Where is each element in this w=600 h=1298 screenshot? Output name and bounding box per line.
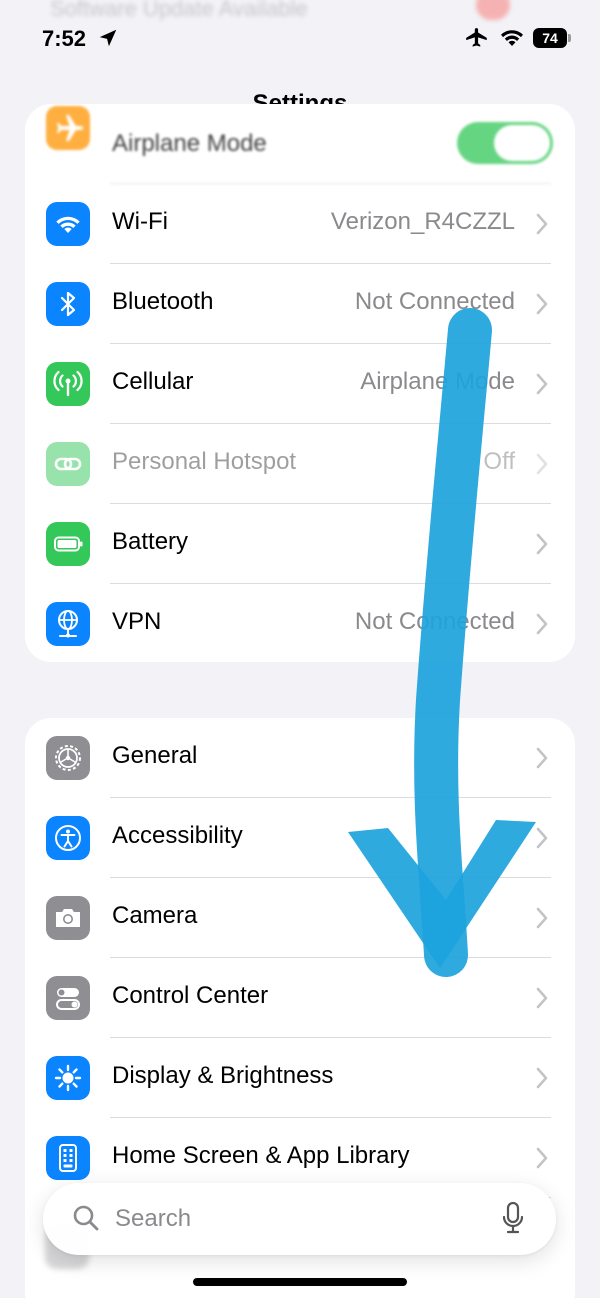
accessibility-person-icon	[46, 816, 90, 860]
update-banner-text: Software Update Available	[50, 0, 308, 21]
row-label: Accessibility	[112, 822, 243, 849]
row-airplane-mode[interactable]: Airplane Mode	[25, 104, 575, 184]
row-label: Bluetooth	[112, 288, 214, 315]
toggles-icon	[46, 976, 90, 1020]
airplane-mode-toggle[interactable]	[457, 122, 553, 164]
phone-grid-icon	[46, 1136, 90, 1180]
wifi-icon	[46, 202, 90, 246]
battery-icon: 74	[533, 28, 571, 48]
row-label: General	[112, 742, 198, 769]
bluetooth-icon	[46, 282, 90, 326]
home-indicator[interactable]	[193, 1278, 407, 1286]
row-wifi[interactable]: Wi-Fi Verizon_R4CZZL	[25, 184, 575, 264]
chevron-right-icon	[536, 987, 548, 1009]
sun-icon	[46, 1056, 90, 1100]
row-general[interactable]: General	[25, 718, 575, 798]
airplane-icon	[466, 28, 487, 47]
row-label: Wi-Fi	[112, 208, 168, 235]
wifi-icon	[501, 30, 523, 46]
row-control-center[interactable]: Control Center	[25, 958, 575, 1038]
gear-icon	[46, 736, 90, 780]
row-accessibility[interactable]: Accessibility	[25, 798, 575, 878]
update-banner-ghost: Software Update Available	[50, 0, 550, 22]
search-placeholder[interactable]: Search	[115, 1205, 191, 1233]
row-cellular[interactable]: Cellular Airplane Mode	[25, 344, 575, 424]
chevron-right-icon	[536, 747, 548, 769]
chevron-right-icon	[536, 1147, 548, 1169]
chevron-right-icon	[536, 1067, 548, 1089]
row-value: Not Connected	[354, 608, 515, 635]
row-label: Personal Hotspot	[112, 448, 297, 475]
chevron-right-icon	[536, 453, 548, 475]
row-value: Airplane Mode	[360, 368, 515, 395]
globe-network-icon	[46, 602, 90, 646]
row-label: Control Center	[112, 982, 269, 1009]
chevron-right-icon	[536, 533, 548, 555]
row-label: Cellular	[112, 368, 194, 395]
connectivity-group: Airplane Mode Wi-Fi Verizon_R4CZZL Bluet…	[25, 104, 575, 662]
row-value: Not Connected	[354, 288, 515, 315]
toggle-knob	[494, 125, 550, 161]
battery-level: 74	[533, 28, 567, 48]
link-chain-icon	[46, 442, 90, 486]
row-battery[interactable]: Battery	[25, 504, 575, 584]
status-time: 7:52	[42, 26, 87, 51]
search-bar[interactable]: Search	[43, 1183, 556, 1255]
row-personal-hotspot[interactable]: Personal Hotspot Off	[25, 424, 575, 504]
status-bar: 7:52 74	[0, 22, 600, 56]
chevron-right-icon	[536, 907, 548, 929]
chevron-right-icon	[536, 293, 548, 315]
battery-icon	[46, 522, 90, 566]
search-icon	[73, 1205, 99, 1231]
row-display-brightness[interactable]: Display & Brightness	[25, 1038, 575, 1118]
row-bluetooth[interactable]: Bluetooth Not Connected	[25, 264, 575, 344]
chevron-right-icon	[536, 613, 548, 635]
row-vpn[interactable]: VPN Not Connected	[25, 584, 575, 662]
chevron-right-icon	[536, 213, 548, 235]
camera-icon	[46, 896, 90, 940]
row-value: Off	[483, 448, 515, 475]
row-label: Camera	[112, 902, 198, 929]
update-badge	[476, 0, 510, 20]
battery-cap	[568, 34, 571, 42]
row-label: Battery	[112, 528, 189, 555]
row-label: Airplane Mode	[112, 130, 267, 157]
microphone-icon[interactable]	[502, 1201, 524, 1235]
row-label: VPN	[112, 608, 162, 635]
row-label: Home Screen & App Library	[112, 1142, 410, 1169]
chevron-right-icon	[536, 827, 548, 849]
row-label: Display & Brightness	[112, 1062, 334, 1089]
cellular-antenna-icon	[46, 362, 90, 406]
location-arrow-icon	[99, 29, 117, 47]
row-camera[interactable]: Camera	[25, 878, 575, 958]
chevron-right-icon	[536, 373, 548, 395]
airplane-icon	[46, 106, 90, 150]
row-value: Verizon_R4CZZL	[330, 208, 515, 235]
